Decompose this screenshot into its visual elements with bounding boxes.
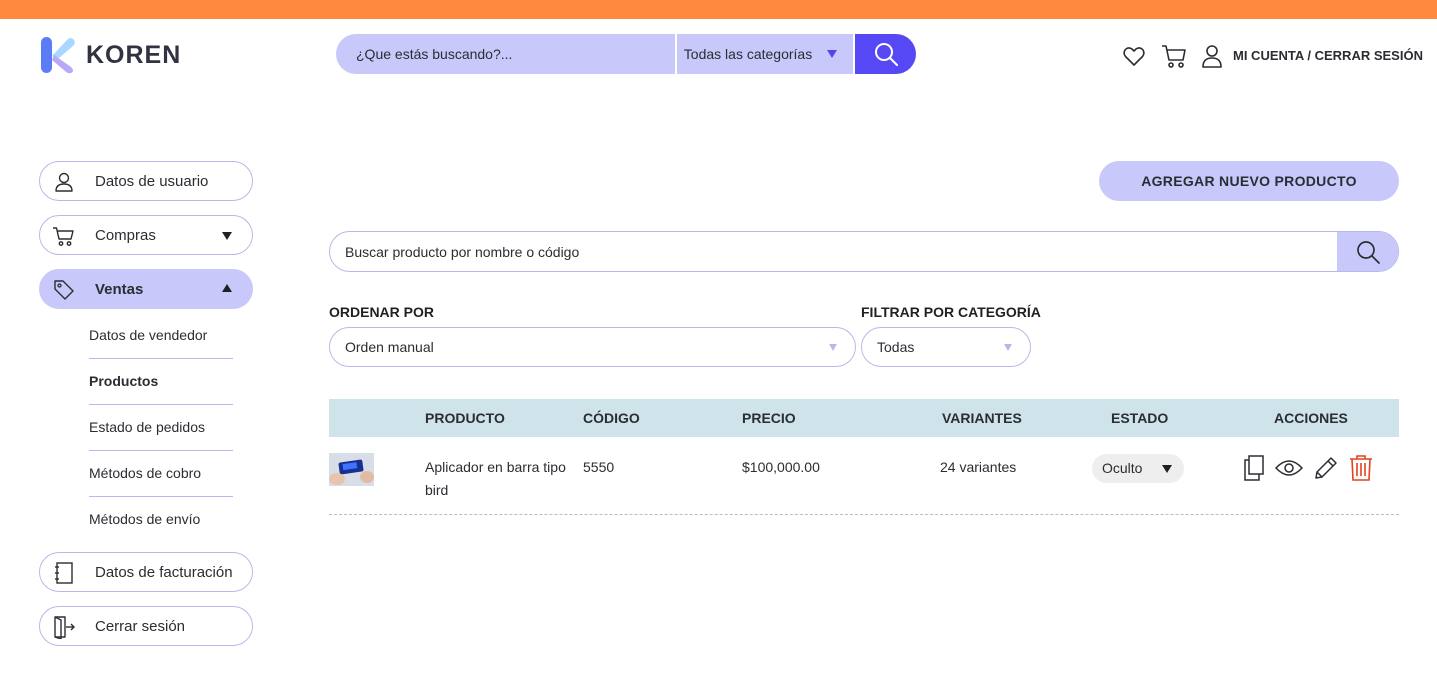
product-name[interactable]: Aplicador en barra tipo bird	[425, 456, 575, 502]
row-actions	[1243, 455, 1383, 486]
column-header-code: CÓDIGO	[583, 410, 640, 426]
chevron-down-icon	[222, 232, 232, 240]
product-code: 5550	[583, 459, 615, 475]
column-header-price: PRECIO	[742, 410, 796, 426]
sidebar-item-logout[interactable]: Cerrar sesión	[39, 606, 253, 646]
category-filter-select[interactable]: Todas	[861, 327, 1031, 367]
chevron-up-icon	[222, 284, 232, 292]
user-icon[interactable]	[1200, 43, 1224, 69]
pencil-icon[interactable]	[1313, 455, 1339, 486]
eye-icon[interactable]	[1274, 458, 1304, 483]
status-select-value: Oculto	[1102, 460, 1143, 476]
notebook-icon	[55, 562, 73, 584]
sidebar-item-sales[interactable]: Ventas	[39, 269, 253, 309]
column-header-status: ESTADO	[1111, 410, 1169, 426]
search-icon	[1356, 240, 1380, 264]
submenu-item-payment-methods[interactable]: Métodos de cobro	[89, 451, 233, 497]
trash-icon[interactable]	[1349, 455, 1373, 486]
sort-select-value: Orden manual	[345, 339, 434, 355]
heart-icon[interactable]	[1122, 44, 1146, 68]
logout-icon	[54, 616, 75, 639]
logo-text: KOREN	[86, 40, 182, 69]
chevron-down-icon	[829, 344, 837, 351]
top-accent-bar	[0, 0, 1437, 19]
header-search-button[interactable]	[855, 34, 916, 74]
logo-mark-icon	[40, 36, 78, 74]
sidebar-item-billing[interactable]: Datos de facturación	[39, 552, 253, 592]
column-header-actions: ACCIONES	[1274, 410, 1348, 426]
product-price: $100,000.00	[742, 459, 820, 475]
chevron-down-icon	[1004, 344, 1012, 351]
table-row: Aplicador en barra tipo bird 5550 $100,0…	[329, 438, 1399, 515]
sidebar-item-purchases[interactable]: Compras	[39, 215, 253, 255]
sidebar-item-user-data[interactable]: Datos de usuario	[39, 161, 253, 201]
submenu-item-shipping-methods[interactable]: Métodos de envío	[89, 497, 233, 543]
product-variants[interactable]: 24 variantes	[940, 456, 1016, 479]
sidebar-item-label: Ventas	[95, 280, 144, 298]
chevron-down-icon	[1162, 465, 1172, 473]
submenu-item-order-status[interactable]: Estado de pedidos	[89, 405, 233, 451]
product-search	[329, 231, 1399, 272]
category-filter-label: FILTRAR POR CATEGORÍA	[861, 304, 1041, 320]
status-select[interactable]: Oculto	[1092, 454, 1184, 483]
user-icon	[55, 172, 73, 192]
header-search: Todas las categorías	[336, 34, 916, 74]
submenu-item-seller-data[interactable]: Datos de vendedor	[89, 313, 233, 359]
sidebar-item-label: Compras	[95, 226, 156, 244]
cart-icon	[53, 227, 74, 246]
sidebar-item-label: Datos de usuario	[95, 172, 209, 190]
tag-icon	[54, 280, 74, 300]
copy-icon[interactable]	[1243, 455, 1265, 486]
sort-select[interactable]: Orden manual	[329, 327, 856, 367]
product-thumbnail[interactable]	[329, 453, 374, 486]
category-select[interactable]: Todas las categorías	[676, 34, 854, 74]
submenu-item-products[interactable]: Productos	[89, 359, 233, 405]
column-header-product: PRODUCTO	[425, 410, 505, 426]
products-table-header: PRODUCTO CÓDIGO PRECIO VARIANTES ESTADO …	[329, 399, 1399, 437]
cart-icon[interactable]	[1160, 42, 1188, 70]
category-filter-value: Todas	[877, 339, 915, 355]
sidebar-item-label: Cerrar sesión	[95, 617, 186, 635]
logo[interactable]: KOREN	[40, 36, 181, 74]
header-search-input[interactable]	[336, 34, 675, 74]
product-search-button[interactable]	[1337, 232, 1398, 271]
category-select-value: Todas las categorías	[683, 46, 813, 62]
search-icon	[874, 43, 898, 66]
sort-label: ORDENAR POR	[329, 304, 435, 320]
account-logout-link[interactable]: MI CUENTA / CERRAR SESIÓN	[1233, 48, 1423, 63]
chevron-down-icon	[827, 50, 838, 58]
product-search-input[interactable]	[330, 232, 1337, 271]
column-header-variants: VARIANTES	[942, 410, 1022, 426]
sidebar-item-label: Datos de facturación	[95, 563, 233, 581]
add-new-product-button[interactable]: AGREGAR NUEVO PRODUCTO	[1099, 161, 1399, 201]
header-icons	[1122, 42, 1224, 70]
